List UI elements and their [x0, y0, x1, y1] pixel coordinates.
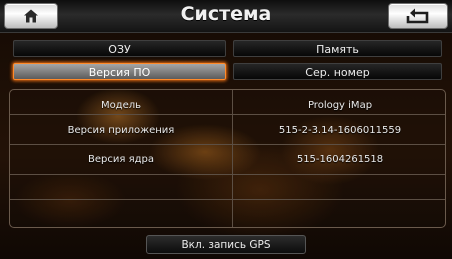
back-button[interactable]: [388, 3, 448, 29]
tab-memory[interactable]: Память: [233, 40, 442, 57]
tab-serial-number[interactable]: Сер. номер: [233, 63, 442, 80]
info-value-kernel-version: 515-1604261518: [296, 154, 384, 165]
info-label-model: Модель: [100, 100, 142, 111]
info-label-kernel-version: Версия ядра: [88, 154, 154, 165]
info-label-app-version: Версия приложения: [67, 125, 175, 136]
tab-firmware-version[interactable]: Версия ПО: [13, 63, 226, 80]
row-divider: [10, 199, 445, 200]
row-divider: [10, 114, 445, 115]
title-bar: Система: [0, 0, 452, 33]
page-title: Система: [180, 3, 272, 25]
tab-ram[interactable]: ОЗУ: [13, 40, 226, 57]
row-divider: [10, 174, 445, 175]
gps-record-button[interactable]: Вкл. запись GPS: [146, 235, 306, 254]
info-value-app-version: 515-2-3.14-1606011559: [278, 125, 402, 136]
info-value-model: Prology iMap: [307, 100, 373, 111]
system-screen: Система ОЗУ Память Версия ПО Сер. номер …: [0, 0, 452, 259]
info-table: Модель Prology iMap Версия приложения 51…: [9, 89, 446, 228]
row-divider: [10, 144, 445, 145]
back-arrow-icon: [406, 8, 429, 24]
